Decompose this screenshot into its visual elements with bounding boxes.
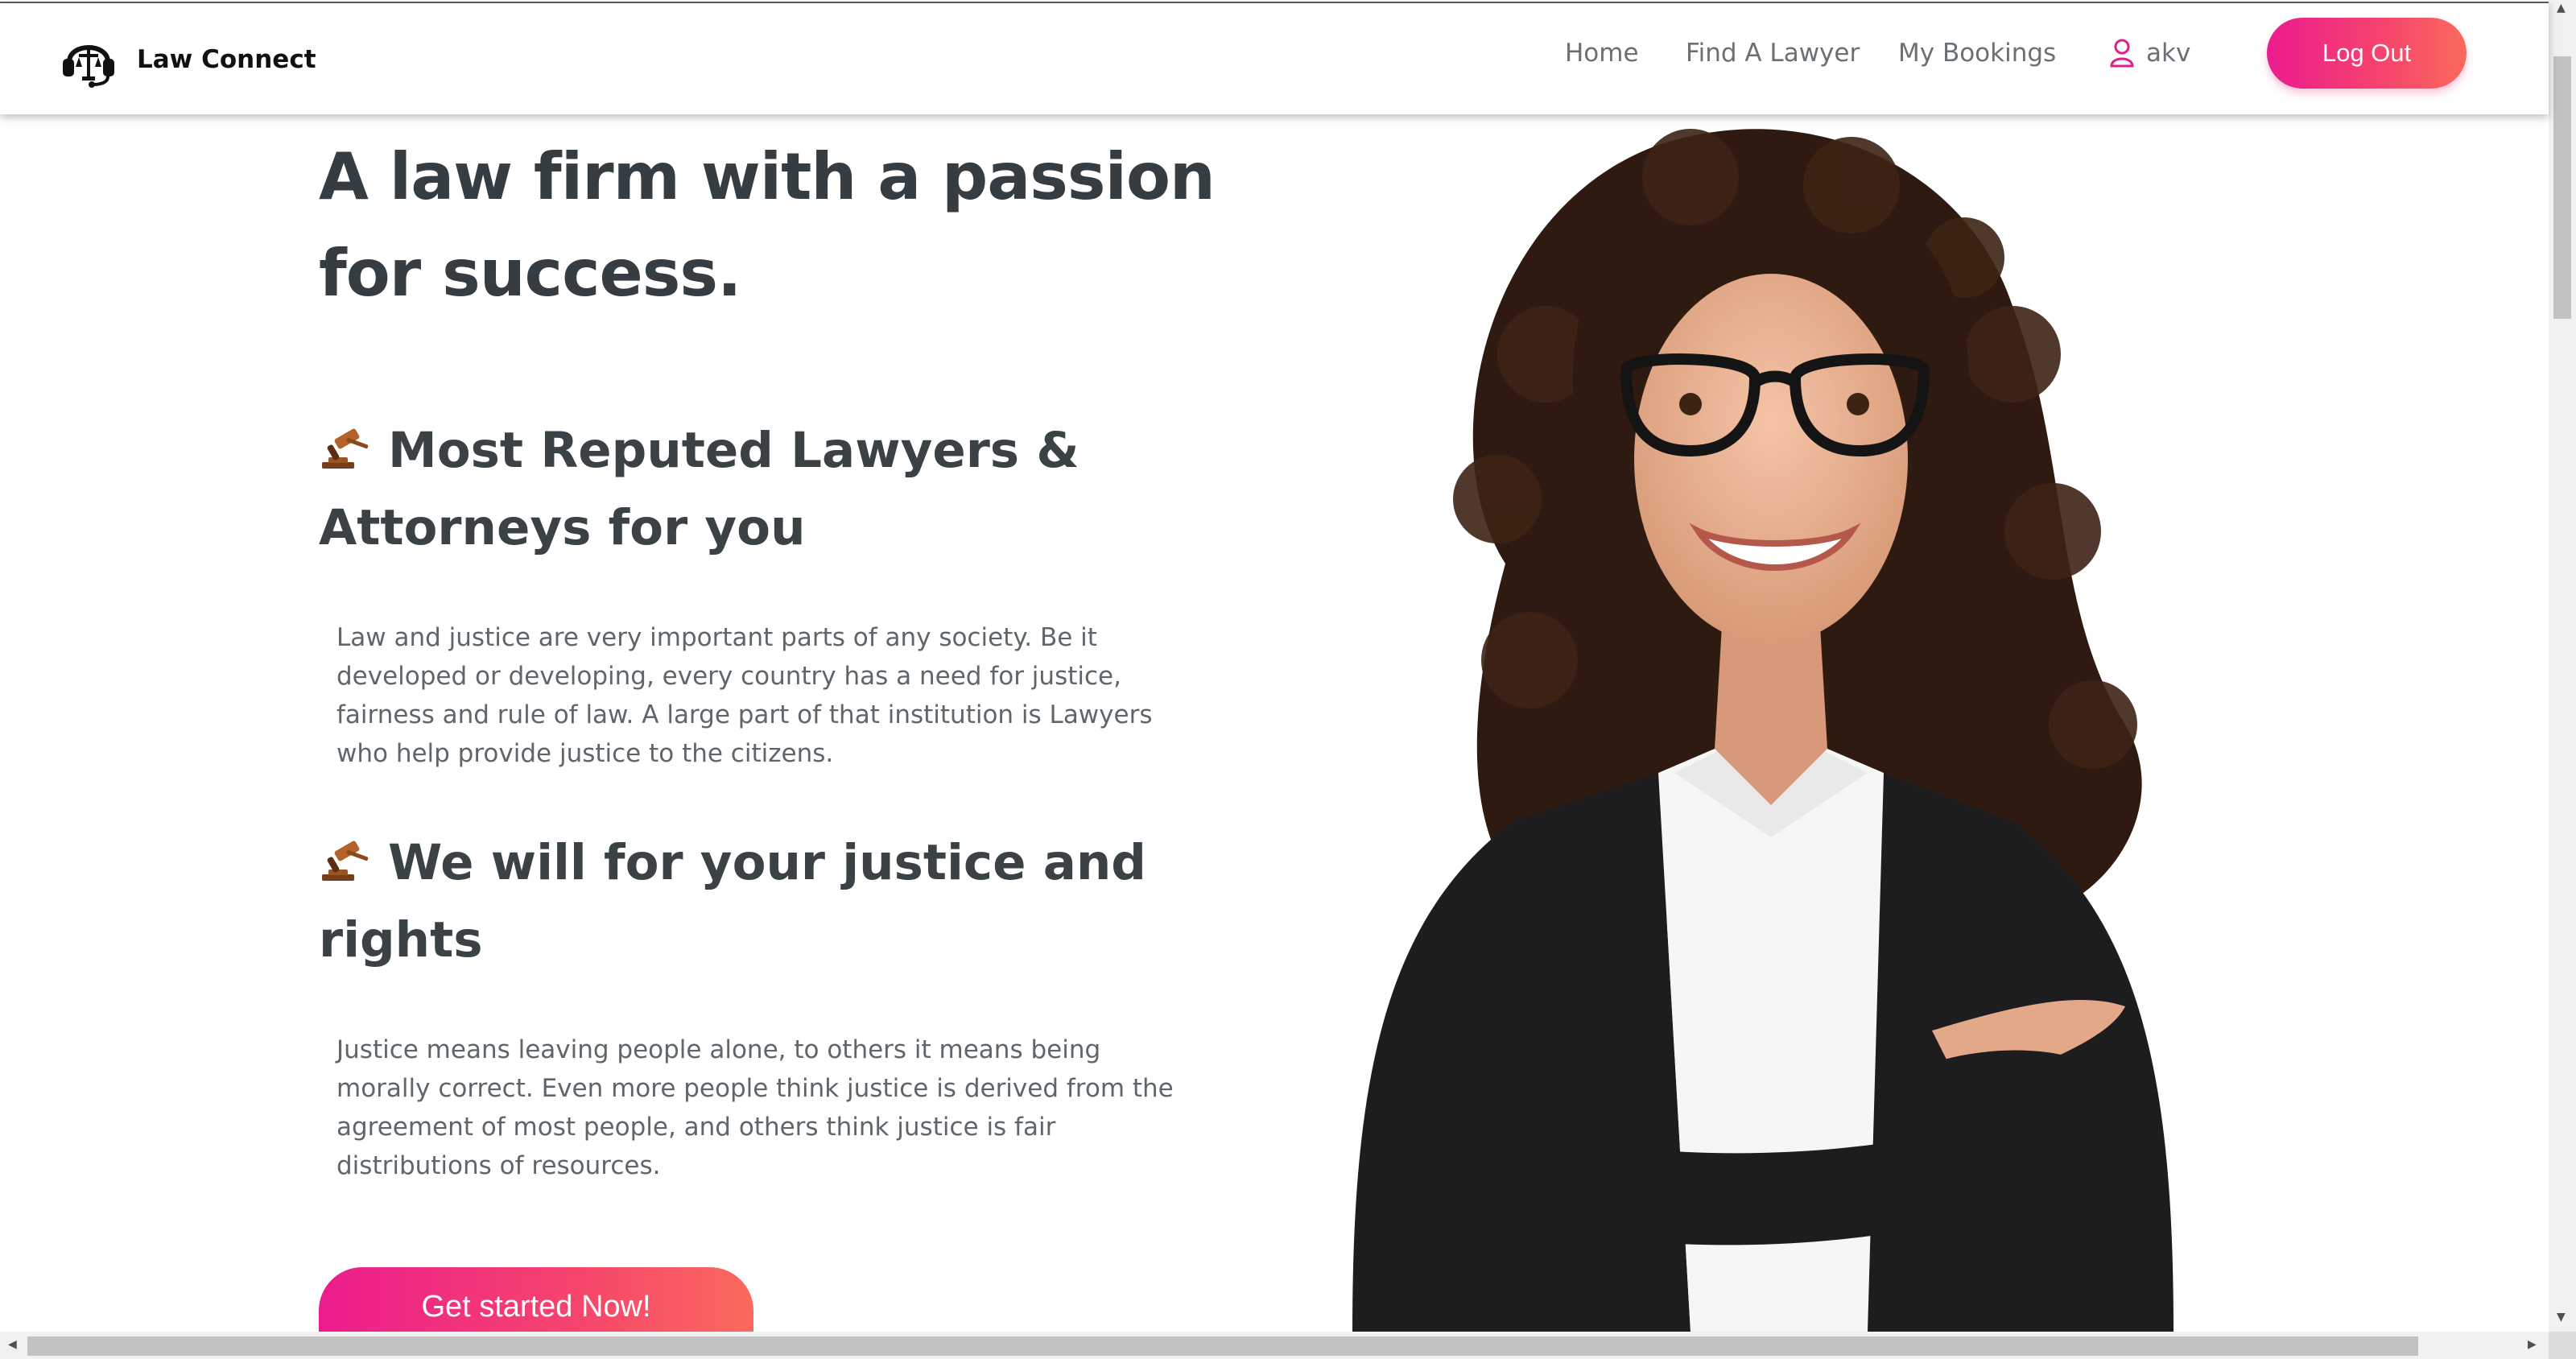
hero-title-line2: for success. [319, 236, 741, 311]
feature-text-line: Law and justice are very important parts… [336, 623, 1097, 652]
scroll-down-arrow-icon[interactable]: ▼ [2557, 1311, 2566, 1324]
feature-text-line: agreement of most people, and others thi… [336, 1113, 1056, 1142]
hero-title-line1: A law firm with a passion [319, 139, 1216, 214]
logout-button[interactable]: Log Out [2267, 18, 2467, 89]
vertical-scrollbar-thumb[interactable] [2553, 56, 2571, 319]
nav-home-link[interactable]: Home [1565, 39, 1639, 68]
gavel-icon [322, 428, 369, 469]
feature-text-line: morally correct. Even more people think … [336, 1074, 1174, 1103]
feature-text-line: Justice means leaving people alone, to o… [336, 1035, 1101, 1064]
brand[interactable]: Law Connect [61, 27, 316, 92]
feature-heading-line1: We will for your justice and [388, 834, 1146, 891]
user-name: akv [2146, 39, 2191, 68]
vertical-scrollbar[interactable]: ▲ ▼ [2549, 0, 2576, 1332]
gavel-icon [322, 841, 369, 881]
hero-title: A law firm with a passion for success. [319, 129, 1245, 322]
feature-description-reputed-lawyers: Law and justice are very important parts… [336, 618, 1206, 773]
feature-heading-line1: Most Reputed Lawyers & [388, 422, 1080, 479]
headset-scales-icon [63, 45, 114, 88]
feature-heading-justice: We will for your justice and rights [319, 824, 1204, 979]
lawyer-portrait-image [1352, 129, 2174, 1332]
feature-heading-line2: Attorneys for you [319, 499, 806, 556]
feature-text-line: developed or developing, every country h… [336, 662, 1121, 691]
nav-find-lawyer-link[interactable]: Find A Lawyer [1686, 39, 1860, 68]
nav-my-bookings-link[interactable]: My Bookings [1898, 39, 2056, 68]
user-icon [2110, 39, 2134, 68]
feature-heading-line2: rights [319, 911, 483, 969]
feature-text-line: who help provide justice to the citizens… [336, 739, 834, 768]
horizontal-scrollbar-thumb[interactable] [27, 1336, 2418, 1356]
feature-text-line: fairness and rule of law. A large part o… [336, 700, 1153, 729]
scroll-left-arrow-icon[interactable]: ◀ [8, 1338, 17, 1351]
feature-description-justice: Justice means leaving people alone, to o… [336, 1031, 1206, 1185]
brand-name: Law Connect [137, 45, 316, 74]
feature-text-line: distributions of resources. [336, 1151, 661, 1180]
horizontal-scrollbar[interactable]: ◀ ▶ [0, 1332, 2549, 1359]
feature-heading-reputed-lawyers: Most Reputed Lawyers & Attorneys for you [319, 412, 1204, 567]
scrollbar-corner [2549, 1332, 2576, 1359]
scroll-right-arrow-icon[interactable]: ▶ [2528, 1338, 2537, 1351]
scroll-up-arrow-icon[interactable]: ▲ [2557, 2, 2566, 14]
nav-user[interactable]: akv [2109, 39, 2190, 68]
top-navbar: Law Connect Home Find A Lawyer My Bookin… [0, 2, 2549, 114]
